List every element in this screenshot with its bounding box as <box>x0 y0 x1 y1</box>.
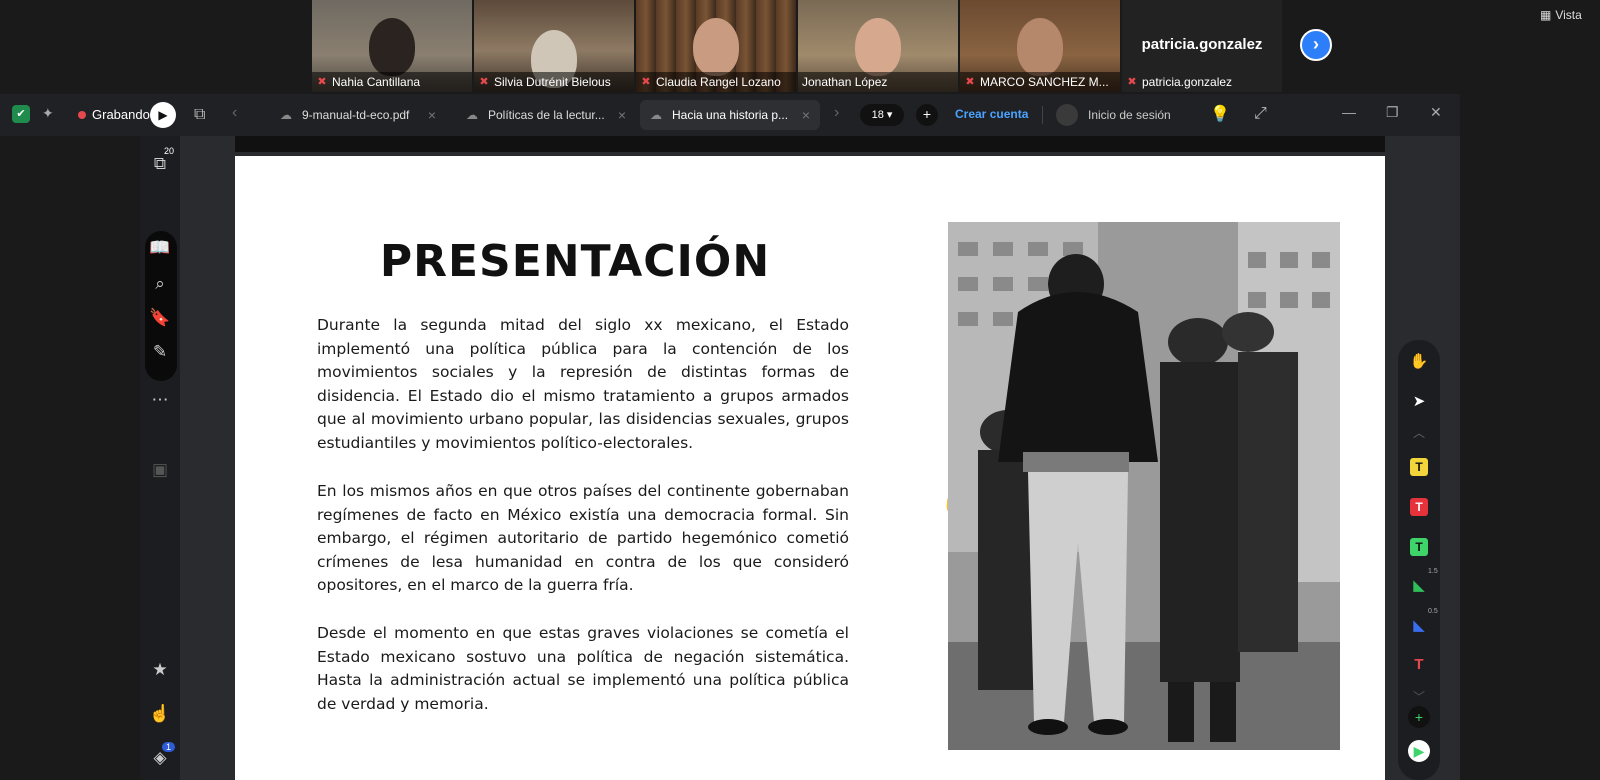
recording-dot-icon <box>78 110 86 119</box>
pages-count-badge: 20 <box>164 146 175 156</box>
participant-tile[interactable]: ✖ MARCO SANCHEZ M... <box>960 0 1120 92</box>
mic-muted-icon: ✖ <box>479 76 489 88</box>
plus-icon: + <box>1408 706 1430 728</box>
toolbar-divider <box>1042 106 1043 124</box>
participant-name: Nahia Cantillana <box>332 75 421 89</box>
pen-blue-icon[interactable]: ◣ <box>1398 616 1440 634</box>
add-tool-button[interactable]: + <box>1398 706 1440 728</box>
chevron-up-icon[interactable]: ︿ <box>1398 424 1440 441</box>
close-tab-icon[interactable]: × <box>428 107 436 123</box>
chevron-left-icon[interactable]: ‹ <box>232 104 237 122</box>
page-heading: PRESENTACIÓN <box>379 236 771 287</box>
book-icon[interactable]: 📖 <box>140 238 180 258</box>
save-icon[interactable]: ▣ <box>140 460 180 480</box>
expand-icon[interactable]: ⤢ <box>1254 105 1267 123</box>
document-canvas[interactable]: PRESENTACIÓN Durante la segunda mitad de… <box>180 136 1460 780</box>
lightbulb-screen-icon[interactable]: 💡 <box>1210 104 1230 124</box>
participant-tile[interactable]: ✖ Silvia Dutrénit Bielous <box>474 0 634 92</box>
play-icon[interactable]: ▶ <box>150 102 176 128</box>
participant-avatar <box>369 18 415 76</box>
participant-avatar <box>855 18 901 76</box>
text-highlight-green-icon[interactable]: T <box>1398 538 1440 556</box>
participant-name: MARCO SANCHEZ M... <box>980 75 1109 89</box>
paragraph-3: Desde el momento en que estas graves vio… <box>317 624 849 713</box>
historical-photo <box>948 222 1340 750</box>
close-tab-icon[interactable]: × <box>802 107 810 123</box>
clipboard-refresh-icon[interactable]: ⧉ <box>194 106 205 124</box>
mic-muted-icon: ✖ <box>1127 76 1137 88</box>
pages-icon[interactable]: ⧉ <box>140 154 180 174</box>
new-tab-button[interactable]: + <box>916 104 938 126</box>
shield-check-icon[interactable]: ✔ <box>12 105 30 123</box>
pdf-page: PRESENTACIÓN Durante la segunda mitad de… <box>235 156 1385 780</box>
grid-icon: ▦ <box>1540 8 1552 22</box>
cloud-icon: ☁ <box>650 108 662 122</box>
more-icon[interactable]: ⋯ <box>140 390 180 410</box>
participant-name: Claudia Rangel Lozano <box>656 75 781 89</box>
annotation-toolbar: ✋ ➤ ︿ T T T ◣ 1.5 ◣ 0.5 T ﹀ + ▶ <box>1398 340 1440 780</box>
participant-tile[interactable]: ✖ Claudia Rangel Lozano <box>636 0 796 92</box>
login-button[interactable]: Inicio de sesión <box>1056 104 1171 126</box>
chevron-right-icon: › <box>1313 34 1319 54</box>
mic-muted-icon: ✖ <box>641 76 651 88</box>
participant-tile-active-speaker[interactable]: Jonathan López <box>798 0 958 92</box>
sparkle-icon[interactable]: ✦ <box>42 105 54 122</box>
participant-avatar <box>1017 18 1063 76</box>
view-button[interactable]: ▦ Vista <box>1540 8 1582 22</box>
pen-size-label: 0.5 <box>1428 608 1438 615</box>
participant-strip: ✖ Nahia Cantillana ✖ Silvia Dutrénit Bielo… <box>312 0 1282 92</box>
page-count-selector[interactable]: 18 ▾ <box>860 104 904 126</box>
tab-hacia-una-historia[interactable]: ☁ Hacia una historia p... × <box>640 100 820 130</box>
recording-indicator[interactable]: Grabando <box>78 107 150 122</box>
participant-display-name: patricia.gonzalez <box>1141 36 1263 53</box>
cloud-icon: ☁ <box>466 108 478 122</box>
tab-manual[interactable]: ☁ 9-manual-td-eco.pdf × <box>270 100 446 130</box>
play-record-button[interactable]: ▶ <box>1398 740 1440 762</box>
close-tab-icon[interactable]: × <box>618 107 626 123</box>
participant-name: Jonathan López <box>802 75 888 89</box>
pen-size-label: 1.5 <box>1428 568 1438 575</box>
paragraph-1: Durante la segunda mitad del siglo xx me… <box>317 316 849 452</box>
bookmark-icon[interactable]: 🔖 <box>140 308 180 328</box>
minimize-icon[interactable]: — <box>1342 104 1356 120</box>
participant-name: Silvia Dutrénit Bielous <box>494 75 611 89</box>
mic-muted-icon: ✖ <box>317 76 327 88</box>
previous-page-edge <box>235 136 1385 152</box>
mic-muted-icon: ✖ <box>965 76 975 88</box>
next-participants-button[interactable]: › <box>1300 29 1332 61</box>
star-icon[interactable]: ★ <box>140 660 180 680</box>
chevron-down-icon[interactable]: ﹀ <box>1398 688 1440 705</box>
close-window-icon[interactable]: ✕ <box>1430 104 1442 121</box>
participant-avatar <box>693 18 739 76</box>
create-account-link[interactable]: Crear cuenta <box>955 107 1028 121</box>
play-icon: ▶ <box>1408 740 1430 762</box>
pdf-viewer-window: ✔ ✦ Grabando ▶ ⧉ ‹ ☁ 9-manual-td-eco.pdf… <box>0 94 1460 780</box>
pen-green-icon[interactable]: ◣ <box>1398 576 1440 594</box>
plus-icon: + <box>922 106 932 122</box>
chevron-down-icon: ▾ <box>886 109 893 121</box>
layers-icon[interactable]: ◈ <box>140 748 180 768</box>
cloud-icon: ☁ <box>280 108 292 122</box>
tab-politicas[interactable]: ☁ Políticas de la lectur... × <box>456 100 636 130</box>
search-icon[interactable]: ⌕ <box>140 274 180 294</box>
text-tool-icon[interactable]: T <box>1398 656 1440 673</box>
gesture-hand-icon[interactable]: ☝ <box>140 704 180 724</box>
left-sidebar: ⧉ 20 📖 ⌕ 🔖 ✎ ⋯ ▣ ★ ☝ ◈ 1 <box>140 136 180 780</box>
user-avatar-icon <box>1056 104 1078 126</box>
viewer-titlebar: ✔ ✦ Grabando ▶ ⧉ ‹ ☁ 9-manual-td-eco.pdf… <box>0 94 1460 136</box>
restore-icon[interactable]: ❐ <box>1386 104 1399 121</box>
notification-badge: 1 <box>162 742 176 752</box>
text-highlight-red-icon[interactable]: T <box>1398 498 1440 516</box>
text-highlight-yellow-icon[interactable]: T <box>1398 458 1440 476</box>
photo-illustration <box>948 222 1340 750</box>
meeting-window: ✖ Nahia Cantillana ✖ Silvia Dutrénit Bielo… <box>0 0 1600 780</box>
annotation-list-icon[interactable]: ✎ <box>140 342 180 362</box>
participant-tile[interactable]: ✖ Nahia Cantillana <box>312 0 472 92</box>
chevron-right-icon[interactable]: › <box>834 104 839 122</box>
participant-tile-self[interactable]: patricia.gonzalez ✖ patricia.gonzalez <box>1122 0 1282 92</box>
hand-tool-icon[interactable]: ✋ <box>1398 352 1440 370</box>
select-arrow-icon[interactable]: ➤ <box>1398 392 1440 410</box>
participant-name: patricia.gonzalez <box>1142 75 1233 89</box>
paragraph-2: En los mismos años en que otros países d… <box>317 482 849 594</box>
